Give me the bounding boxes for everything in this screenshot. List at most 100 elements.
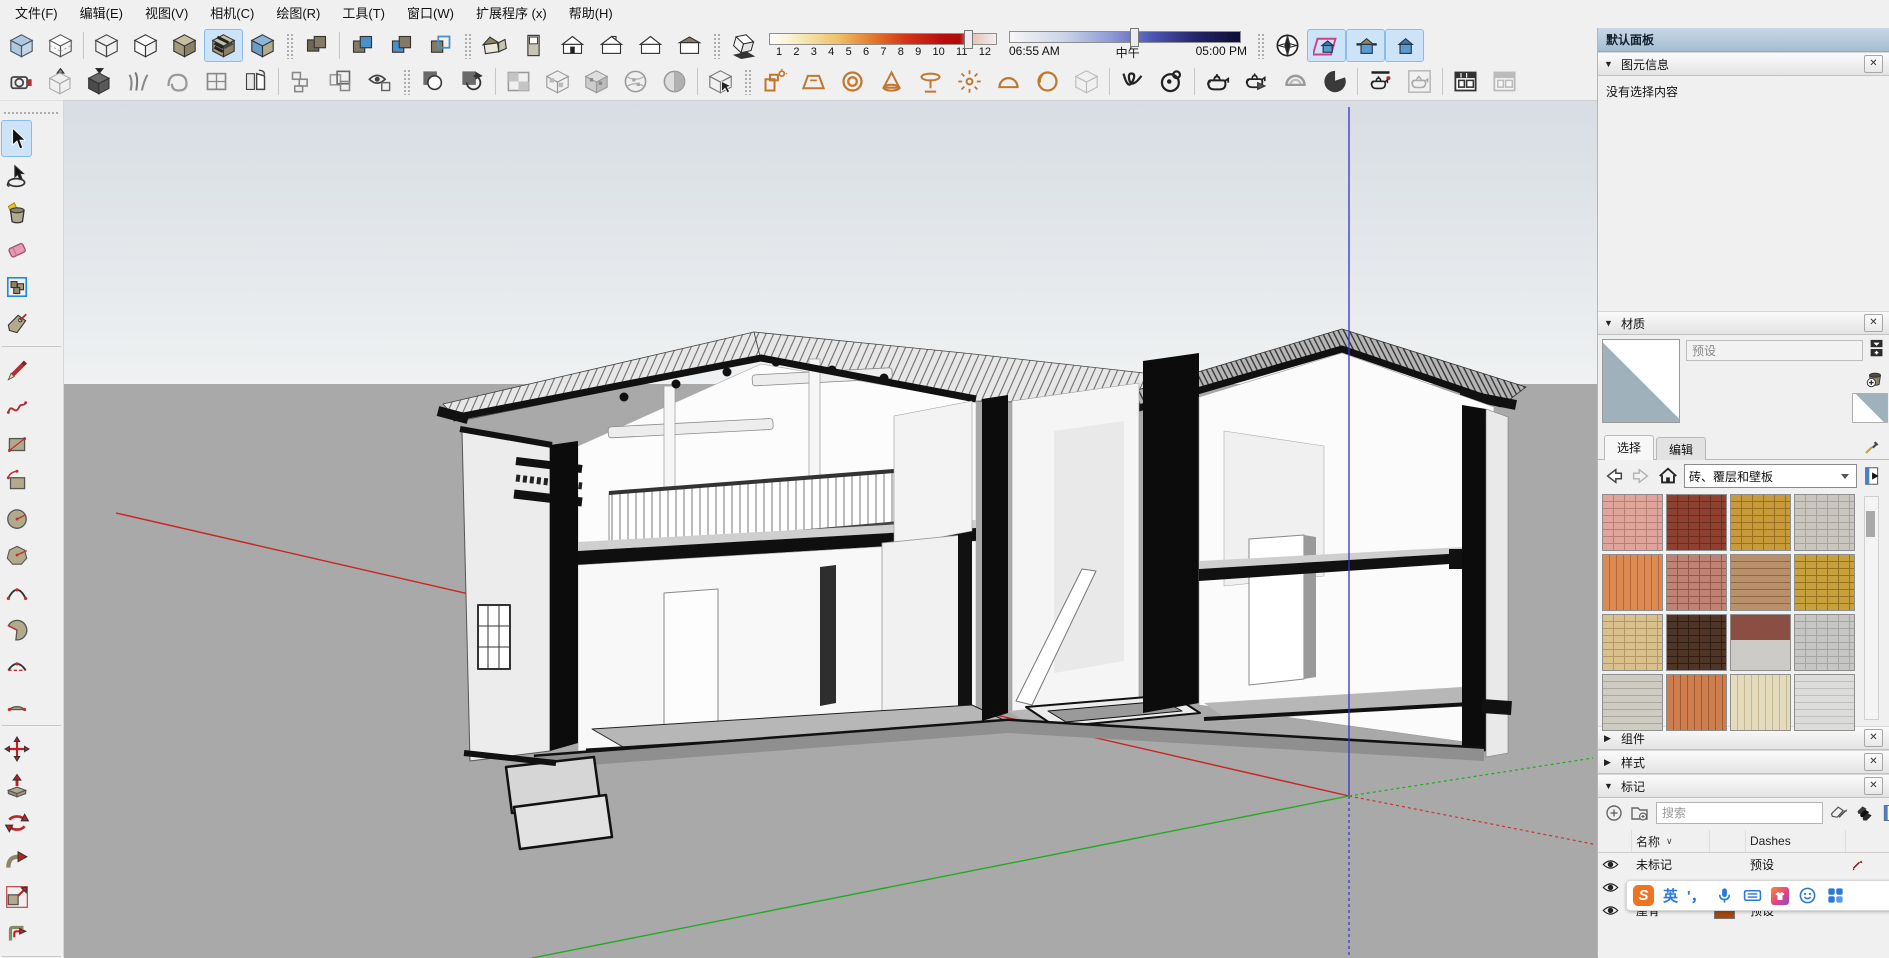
view-front-button[interactable]	[553, 29, 592, 62]
shaded-button[interactable]	[165, 29, 204, 62]
tag-dashes[interactable]: 预设	[1746, 856, 1846, 873]
uv-cube-button[interactable]	[577, 65, 616, 98]
home-icon[interactable]	[1657, 465, 1679, 487]
tags-details-icon[interactable]	[1881, 803, 1889, 823]
entity-info-header[interactable]: ▼ 图元信息 ✕	[1598, 52, 1889, 76]
uv-plane-button[interactable]	[499, 65, 538, 98]
menu-2[interactable]: 视图(V)	[134, 0, 199, 28]
arc3-button[interactable]	[1, 684, 32, 721]
scrollbar-thumb[interactable]	[1866, 511, 1875, 537]
section-plane-button[interactable]	[1307, 29, 1346, 62]
outliner-button[interactable]	[282, 65, 321, 98]
shell-button[interactable]	[158, 65, 197, 98]
grid-divide-button[interactable]	[197, 65, 236, 98]
shadow-toggle-button[interactable]	[724, 29, 763, 62]
material-swatch-siding-light[interactable]	[1794, 674, 1855, 731]
tab-edit[interactable]: 编辑	[1656, 437, 1706, 460]
material-swatch-siding-cream-rough[interactable]	[1730, 674, 1791, 731]
menu-1[interactable]: 编辑(E)	[69, 0, 134, 28]
hide-button[interactable]	[80, 65, 119, 98]
menu-5[interactable]: 工具(T)	[331, 0, 396, 28]
material-name-field[interactable]: 预设	[1686, 340, 1863, 361]
time-slider-bar[interactable]	[1009, 31, 1241, 43]
date-slider-thumb[interactable]	[964, 30, 973, 49]
material-swatch-brick-gold[interactable]	[1730, 494, 1791, 551]
circle-button[interactable]	[1, 499, 32, 536]
close-icon[interactable]: ✕	[1864, 55, 1883, 73]
tag-row-未标记[interactable]: 未标记 预设	[1598, 853, 1889, 876]
outer-shell-button[interactable]	[297, 29, 336, 62]
toolbox-icon[interactable]	[1826, 886, 1845, 905]
arc-button[interactable]	[1, 573, 32, 610]
material-collection-dropdown[interactable]: 砖、覆层和壁板	[1684, 464, 1857, 488]
cube-outline-button[interactable]	[1067, 65, 1106, 98]
section-fill-button[interactable]	[1385, 29, 1424, 62]
polygon-button[interactable]	[1, 536, 32, 573]
menu-0[interactable]: 文件(F)	[4, 0, 69, 28]
emoji-icon[interactable]	[1798, 886, 1817, 905]
solid-outer-button[interactable]	[453, 65, 492, 98]
edit-pencil-icon[interactable]	[1850, 857, 1866, 873]
purge-tags-icon[interactable]	[1855, 803, 1875, 823]
mic-icon[interactable]	[1715, 886, 1734, 905]
vray-camera-button[interactable]	[1152, 65, 1191, 98]
view-right-button[interactable]	[670, 29, 709, 62]
subtract-button[interactable]	[421, 29, 460, 62]
close-icon[interactable]: ✕	[1864, 753, 1883, 771]
menu-8[interactable]: 帮助(H)	[558, 0, 624, 28]
monochrome-button[interactable]	[243, 29, 282, 62]
lasso-button[interactable]	[1, 157, 32, 194]
lu-ring-button[interactable]	[833, 65, 872, 98]
lu-building-button[interactable]	[755, 65, 794, 98]
asset-editor-disabled-button[interactable]	[1485, 65, 1524, 98]
time-slider-thumb[interactable]	[1130, 28, 1139, 47]
create-material-icon[interactable]	[1864, 367, 1886, 389]
uv-box-button[interactable]	[538, 65, 577, 98]
tab-select[interactable]: 选择	[1604, 435, 1654, 460]
shadow-time-slider[interactable]: 06:55 AM中午05:00 PM	[1009, 31, 1247, 61]
xray-button[interactable]	[2, 29, 41, 62]
date-slider-bar[interactable]	[769, 33, 997, 45]
erase-button[interactable]	[1, 231, 32, 268]
close-icon[interactable]: ✕	[1864, 777, 1883, 795]
ime-punctuation-toggle[interactable]: '，	[1687, 885, 1706, 906]
group-edit-button[interactable]	[321, 65, 360, 98]
freehand-button[interactable]	[1, 388, 32, 425]
edit-tag-icon[interactable]	[1829, 803, 1849, 823]
eye-icon[interactable]	[1602, 881, 1619, 894]
forward-icon[interactable]	[1630, 465, 1652, 487]
show-hidden-button[interactable]	[360, 65, 399, 98]
intersect-button[interactable]	[343, 29, 382, 62]
close-icon[interactable]: ✕	[1864, 729, 1883, 747]
name-column-header[interactable]: 名称∨	[1632, 830, 1710, 852]
skin-icon[interactable]	[1771, 887, 1789, 905]
uv-half-button[interactable]	[655, 65, 694, 98]
lu-cone-button[interactable]	[872, 65, 911, 98]
wireframe-button[interactable]	[87, 29, 126, 62]
shadow-date-slider[interactable]: 123456789101112	[769, 33, 997, 58]
lu-frustum-button[interactable]	[794, 65, 833, 98]
follow-button[interactable]	[1, 841, 32, 878]
render-teapot-button[interactable]	[1198, 65, 1237, 98]
ime-toolbar[interactable]: S 英 '，	[1626, 880, 1889, 911]
sample-paint-icon[interactable]	[1863, 438, 1881, 456]
component-button[interactable]	[1, 268, 32, 305]
ime-language-toggle[interactable]: 英	[1663, 885, 1678, 906]
material-swatch-shingle-gray[interactable]	[1794, 614, 1855, 671]
grass-button[interactable]	[119, 65, 158, 98]
lu-dome-button[interactable]	[989, 65, 1028, 98]
menu-3[interactable]: 相机(C)	[199, 0, 265, 28]
material-swatch-brick-gray[interactable]	[1602, 674, 1663, 731]
add-tag-folder-icon[interactable]	[1630, 803, 1650, 823]
pushpull-button[interactable]	[1, 767, 32, 804]
tags-header[interactable]: ▼ 标记 ✕	[1598, 774, 1889, 798]
tag-button[interactable]	[1, 305, 32, 342]
move-button[interactable]	[1, 730, 32, 767]
offset-button[interactable]	[1, 915, 32, 952]
material-swatch-stone-blocks-gray[interactable]	[1794, 494, 1855, 551]
material-swatch-brick-yellow[interactable]	[1794, 554, 1855, 611]
section-cuts-button[interactable]	[1346, 29, 1385, 62]
material-swatch-brick-dark[interactable]	[1666, 614, 1727, 671]
tag-search-input[interactable]	[1656, 802, 1823, 824]
line-button[interactable]	[1, 351, 32, 388]
